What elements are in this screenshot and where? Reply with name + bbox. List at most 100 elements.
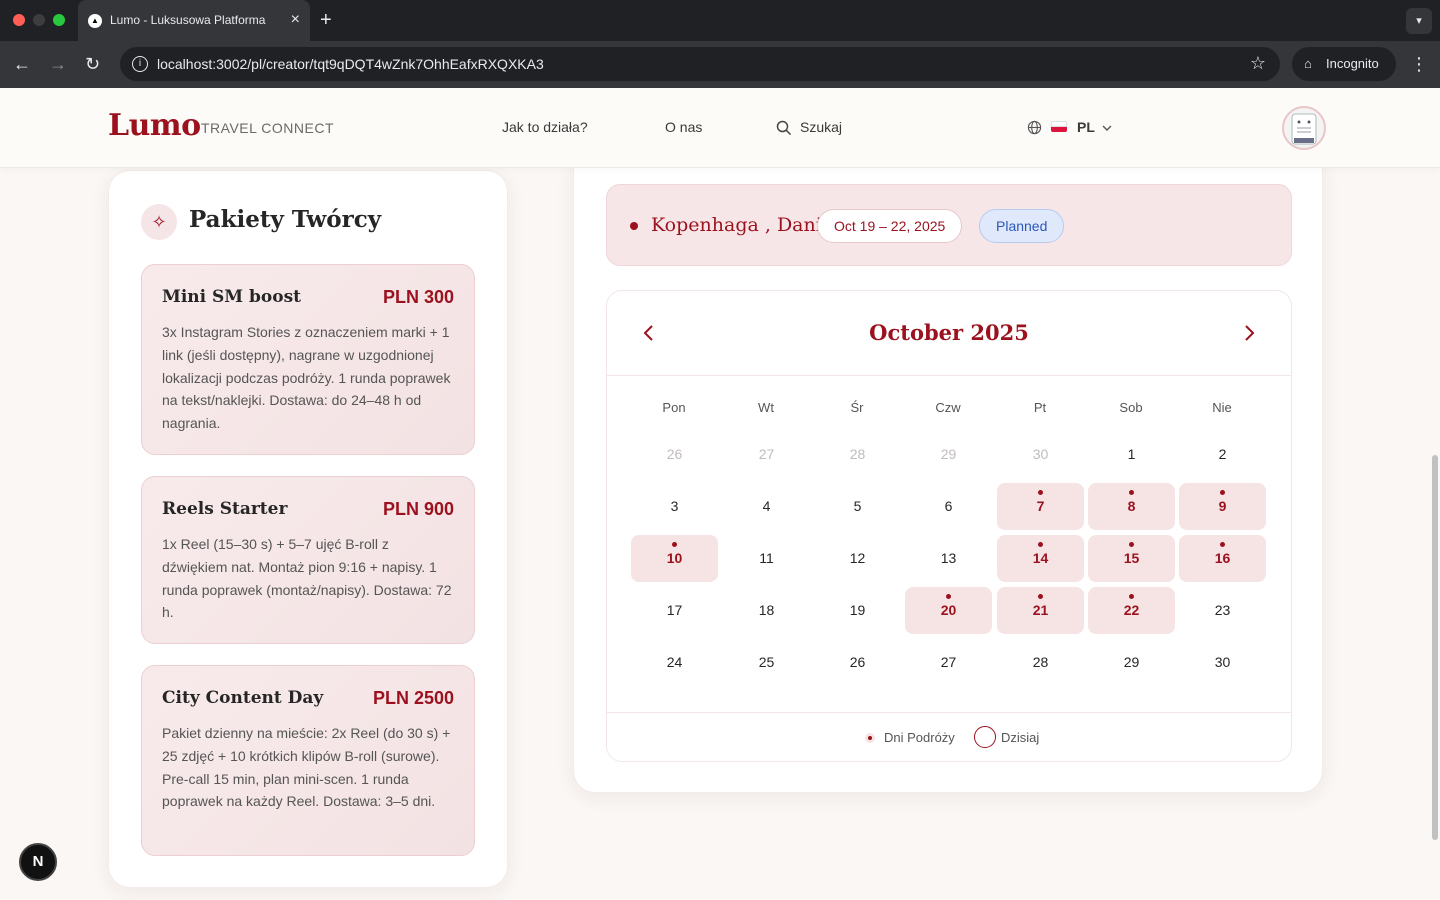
incognito-button[interactable]: ⌂ Incognito xyxy=(1292,47,1396,81)
trip-dates-badge: Oct 19 – 22, 2025 xyxy=(817,209,963,243)
chevron-right-icon xyxy=(1245,325,1255,341)
back-icon[interactable]: ← xyxy=(13,53,31,75)
day-number: 15 xyxy=(1123,550,1140,566)
nav-about[interactable]: O nas xyxy=(665,119,702,135)
trip-destination: Kopenhaga , Dania xyxy=(651,214,834,236)
trip-day-dot-icon xyxy=(1220,490,1225,495)
trip-summary[interactable]: Kopenhaga , Dania Oct 19 – 22, 2025 Plan… xyxy=(606,184,1292,266)
calendar-day[interactable]: 13 xyxy=(905,535,992,582)
calendar-day[interactable]: 29 xyxy=(1088,639,1175,686)
calendar-day[interactable]: 6 xyxy=(905,483,992,530)
calendar-day[interactable]: 23 xyxy=(1179,587,1266,634)
calendar-day[interactable]: 2 xyxy=(1179,431,1266,478)
nav-how-it-works[interactable]: Jak to działa? xyxy=(502,119,588,135)
calendar-day[interactable]: 26 xyxy=(814,639,901,686)
new-tab-icon[interactable]: + xyxy=(320,8,332,32)
calendar-month-title: October 2025 xyxy=(869,320,1029,345)
calendar-day[interactable]: 26 xyxy=(631,431,718,478)
tab-search-icon[interactable]: ▾ xyxy=(1406,8,1432,34)
calendar-day[interactable]: 17 xyxy=(631,587,718,634)
package-card[interactable]: Mini SM boost PLN 300 3x Instagram Stori… xyxy=(141,264,475,455)
calendar-day[interactable]: 28 xyxy=(997,639,1084,686)
logo[interactable]: Lumo xyxy=(108,108,201,143)
day-number: 3 xyxy=(670,498,679,514)
search-label: Szukaj xyxy=(800,119,843,135)
reload-icon[interactable]: ↻ xyxy=(85,53,100,75)
nextjs-devtools-button[interactable]: N xyxy=(19,843,57,881)
trip-day-dot-icon xyxy=(946,594,951,599)
day-number: 10 xyxy=(666,550,683,566)
calendar-day[interactable]: 1 xyxy=(1088,431,1175,478)
package-card[interactable]: City Content Day PLN 2500 Pakiet dzienny… xyxy=(141,665,475,856)
trip-day-dot-icon xyxy=(1129,542,1134,547)
package-card[interactable]: Reels Starter PLN 900 1x Reel (15–30 s) … xyxy=(141,476,475,644)
trip-day-dot-icon xyxy=(1129,594,1134,599)
day-number: 5 xyxy=(853,498,862,514)
package-name: City Content Day xyxy=(162,688,324,708)
weekday-label: Nie xyxy=(1212,400,1232,415)
poland-flag-icon xyxy=(1051,121,1067,132)
package-description: 3x Instagram Stories z oznaczeniem marki… xyxy=(162,324,451,432)
bookmark-star-icon[interactable]: ☆ xyxy=(1250,53,1266,74)
day-number: 22 xyxy=(1123,602,1140,618)
calendar-day-trip[interactable]: 20 xyxy=(905,587,992,634)
calendar-day[interactable]: 4 xyxy=(723,483,810,530)
calendar-day[interactable]: 3 xyxy=(631,483,718,530)
calendar-day[interactable]: 27 xyxy=(905,639,992,686)
trip-status-badge: Planned xyxy=(979,209,1065,243)
page-scrollbar[interactable] xyxy=(1432,455,1438,840)
package-price: PLN 2500 xyxy=(372,688,454,708)
incognito-icon: ⌂ xyxy=(1304,56,1312,71)
calendar-day-trip[interactable]: 9 xyxy=(1179,483,1266,530)
calendar-day[interactable]: 25 xyxy=(723,639,810,686)
calendar-day[interactable]: 30 xyxy=(997,431,1084,478)
weekday-label: Czw xyxy=(935,400,961,415)
logo-subtitle: TRAVEL CONNECT xyxy=(201,120,335,136)
today-legend-icon xyxy=(974,726,996,748)
calendar-day[interactable]: 28 xyxy=(814,431,901,478)
calendar-day-trip[interactable]: 21 xyxy=(997,587,1084,634)
minimize-window-button[interactable] xyxy=(33,14,45,26)
browser-tab[interactable]: ▲ Lumo - Luksusowa Platforma × xyxy=(78,0,310,41)
maximize-window-button[interactable] xyxy=(53,14,65,26)
day-number: 28 xyxy=(849,446,866,462)
calendar-day[interactable]: 18 xyxy=(723,587,810,634)
address-bar[interactable]: i localhost:3002/pl/creator/tqt9qDQT4wZn… xyxy=(120,47,1280,81)
calendar-day[interactable]: 27 xyxy=(723,431,810,478)
trip-day-dot-icon xyxy=(1038,594,1043,599)
calendar-day-trip[interactable]: 14 xyxy=(997,535,1084,582)
next-month-button[interactable] xyxy=(1237,321,1261,345)
day-number: 24 xyxy=(666,654,683,670)
day-number: 14 xyxy=(1032,550,1049,566)
calendar-day[interactable]: 30 xyxy=(1179,639,1266,686)
favicon-icon: ▲ xyxy=(88,14,102,28)
trip-day-dot-icon xyxy=(1038,490,1043,495)
weekday-label: Pon xyxy=(662,400,686,415)
calendar-day-trip[interactable]: 7 xyxy=(997,483,1084,530)
calendar-day-trip[interactable]: 8 xyxy=(1088,483,1175,530)
close-window-button[interactable] xyxy=(13,14,25,26)
calendar-legend: Dni Podróży Dzisiaj xyxy=(607,712,1291,761)
weekday-label: Wt xyxy=(758,400,774,415)
calendar-day-trip[interactable]: 10 xyxy=(631,535,718,582)
calendar-day-trip[interactable]: 16 xyxy=(1179,535,1266,582)
site-info-icon[interactable]: i xyxy=(132,56,148,72)
calendar-day-trip[interactable]: 22 xyxy=(1088,587,1175,634)
calendar-day[interactable]: 24 xyxy=(631,639,718,686)
forward-icon[interactable]: → xyxy=(49,53,67,75)
day-number: 13 xyxy=(940,550,957,566)
calendar-day[interactable]: 12 xyxy=(814,535,901,582)
browser-tab-bar: ▲ Lumo - Luksusowa Platforma × + ▾ xyxy=(0,0,1440,41)
calendar-day[interactable]: 11 xyxy=(723,535,810,582)
calendar-day-trip[interactable]: 15 xyxy=(1088,535,1175,582)
avatar[interactable] xyxy=(1282,106,1326,150)
url-text[interactable]: localhost:3002/pl/creator/tqt9qDQT4wZnk7… xyxy=(157,56,544,72)
trip-day-legend-icon xyxy=(865,733,875,743)
tab-close-icon[interactable]: × xyxy=(291,10,300,30)
calendar-day[interactable]: 5 xyxy=(814,483,901,530)
day-number: 26 xyxy=(849,654,866,670)
browser-menu-icon[interactable]: ⋮ xyxy=(1410,53,1428,75)
day-number: 8 xyxy=(1127,498,1136,514)
calendar-day[interactable]: 29 xyxy=(905,431,992,478)
calendar-day[interactable]: 19 xyxy=(814,587,901,634)
